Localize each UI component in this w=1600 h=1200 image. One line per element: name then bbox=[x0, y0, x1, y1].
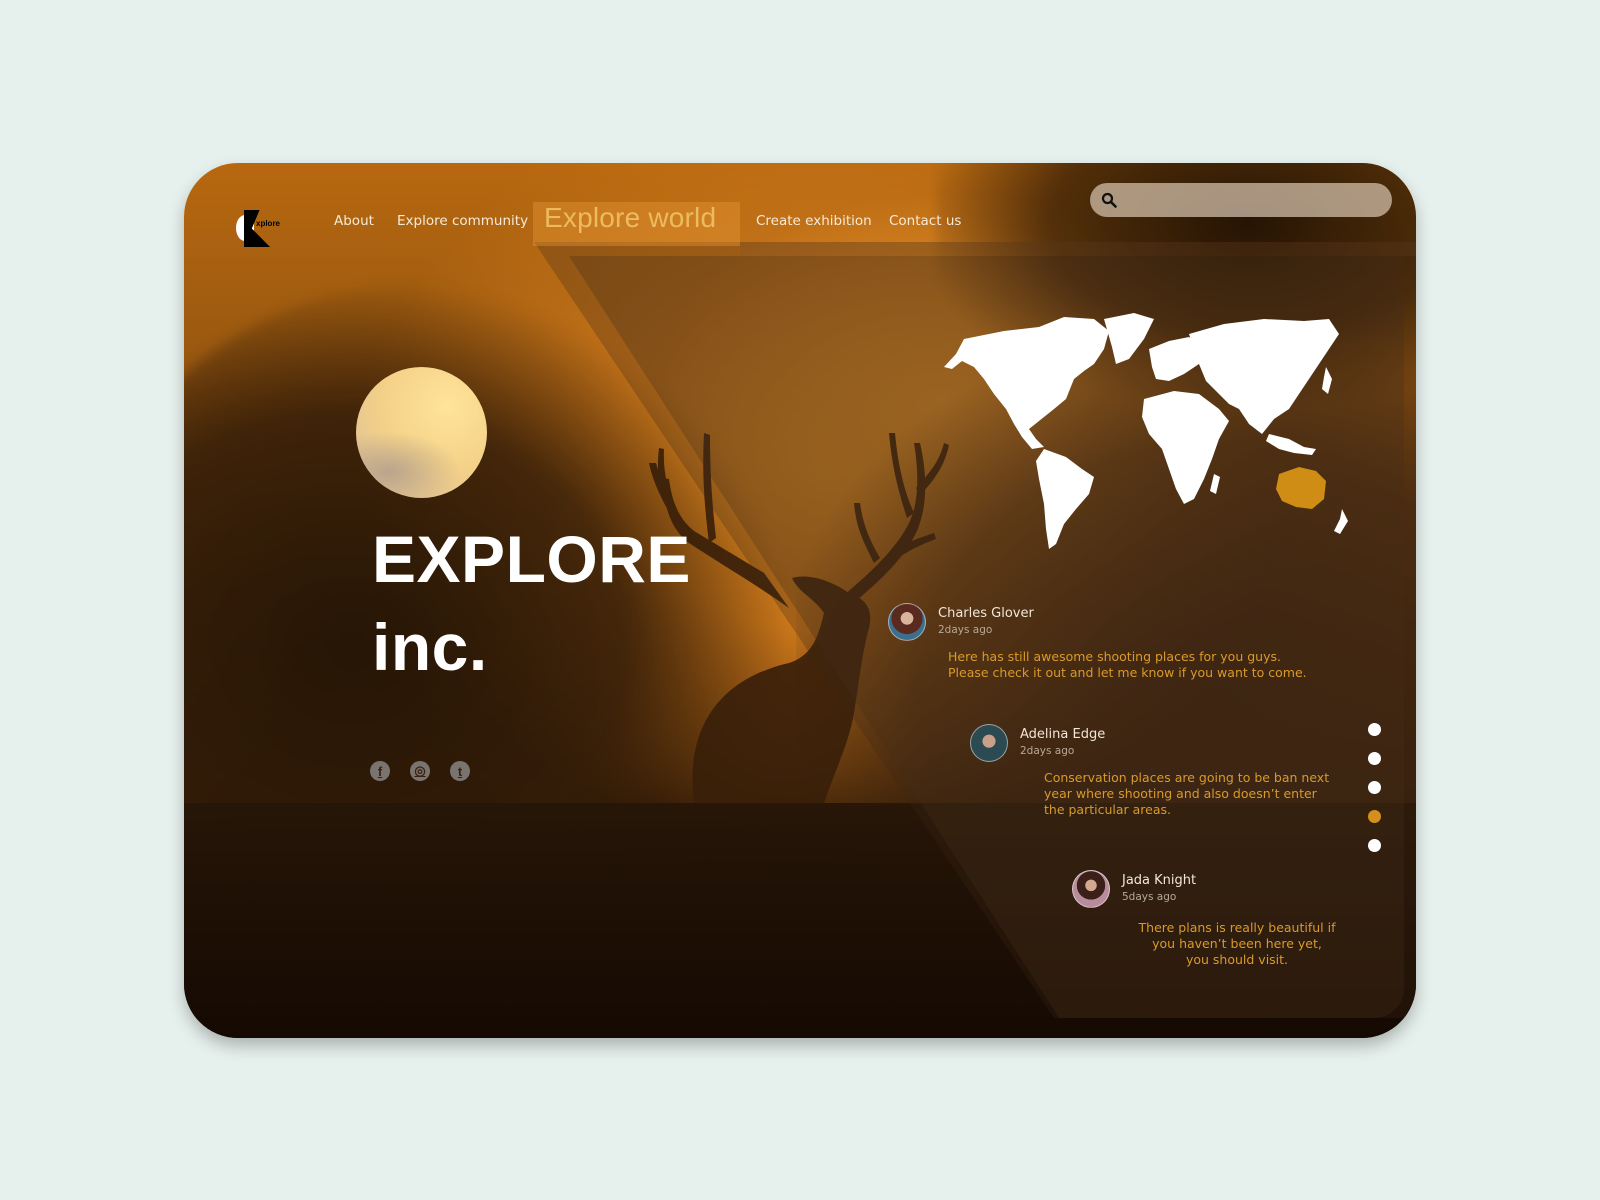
comment-author[interactable]: Jada Knight bbox=[1122, 873, 1196, 888]
nav-about[interactable]: About bbox=[334, 213, 374, 229]
hero-title-line1: EXPLORE bbox=[372, 522, 691, 596]
avatar[interactable] bbox=[970, 724, 1008, 762]
tumblr-icon[interactable]: t bbox=[450, 761, 470, 781]
map-north-america bbox=[944, 317, 1109, 449]
comment-message: Here has still awesome shooting places f… bbox=[948, 649, 1307, 680]
map-greenland bbox=[1104, 313, 1154, 364]
comment-time: 2days ago bbox=[938, 624, 993, 636]
pager-dot[interactable] bbox=[1368, 723, 1381, 736]
comment-message: There plans is really beautiful if you h… bbox=[1138, 920, 1336, 967]
hero-title-line2: inc. bbox=[372, 610, 488, 684]
search-input[interactable] bbox=[1128, 183, 1378, 219]
nav-contact-us[interactable]: Contact us bbox=[889, 213, 961, 229]
nav-band bbox=[740, 242, 1416, 256]
avatar[interactable] bbox=[888, 603, 926, 641]
hero-title: EXPLORE inc. bbox=[372, 515, 691, 691]
comment-author[interactable]: Charles Glover bbox=[938, 606, 1034, 621]
comment-author[interactable]: Adelina Edge bbox=[1020, 727, 1105, 742]
avatar[interactable] bbox=[1072, 870, 1110, 908]
pager-dot[interactable] bbox=[1368, 839, 1381, 852]
nav-explore-community[interactable]: Explore community bbox=[397, 213, 528, 229]
social-links: f ◎ t bbox=[370, 761, 470, 781]
pager-dot-active[interactable] bbox=[1368, 810, 1381, 823]
facebook-icon[interactable]: f bbox=[370, 761, 390, 781]
search-bar[interactable] bbox=[1090, 183, 1392, 219]
sun-circle bbox=[356, 367, 487, 498]
logo[interactable]: xplore bbox=[236, 205, 296, 247]
map-south-america bbox=[1036, 449, 1094, 549]
pager-dot[interactable] bbox=[1368, 752, 1381, 765]
nav-create-exhibition[interactable]: Create exhibition bbox=[756, 213, 872, 229]
map-australia[interactable] bbox=[1276, 467, 1326, 509]
logo-mark bbox=[244, 210, 270, 247]
map-land bbox=[944, 313, 1348, 549]
comment-time: 2days ago bbox=[1020, 745, 1075, 757]
world-map[interactable] bbox=[944, 309, 1354, 554]
comment-time: 5days ago bbox=[1122, 891, 1177, 903]
logo-text: xplore bbox=[256, 219, 281, 228]
pager-dot[interactable] bbox=[1368, 781, 1381, 794]
comment-message: Conservation places are going to be ban … bbox=[1044, 770, 1330, 817]
instagram-icon[interactable]: ◎ bbox=[410, 761, 430, 781]
nav-explore-world[interactable]: Explore world bbox=[544, 202, 716, 234]
hero-card: xplore About Explore community Explore w… bbox=[184, 163, 1416, 1038]
search-icon bbox=[1101, 192, 1117, 208]
